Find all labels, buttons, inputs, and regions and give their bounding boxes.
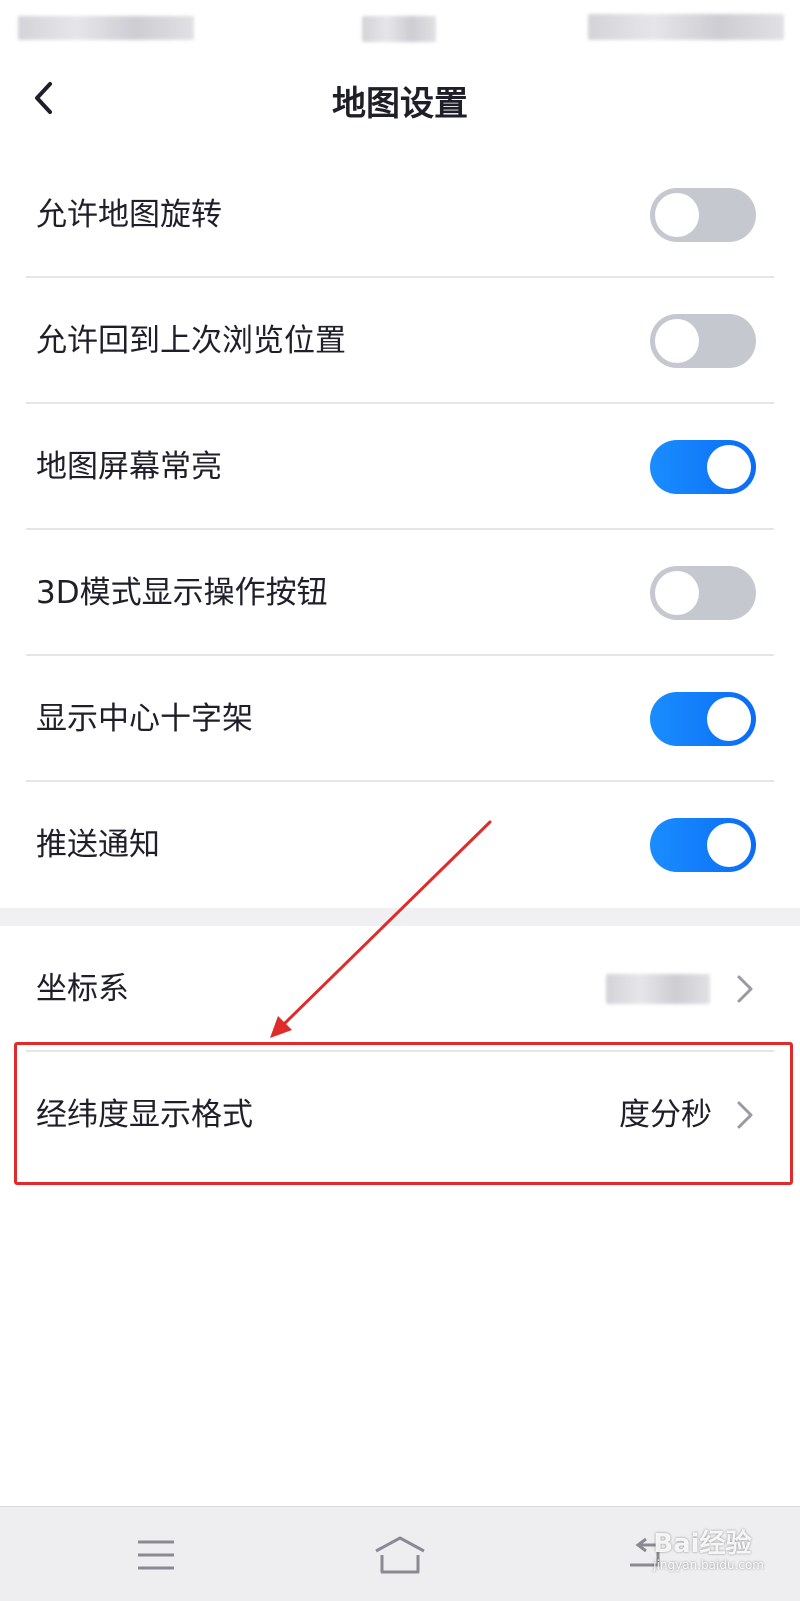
status-time-blurred — [362, 16, 436, 42]
watermark-text: Bai经验 — [653, 1529, 752, 1559]
back-button[interactable] — [20, 74, 68, 122]
status-indicators-blurred — [588, 14, 784, 40]
setting-row-screen-always-on: 地图屏幕常亮 — [0, 404, 800, 530]
setting-row-3d-buttons: 3D模式显示操作按钮 — [0, 530, 800, 656]
nav-row-value: 度分秒 — [619, 1097, 712, 1133]
nav-row-coordinate-format[interactable]: 经纬度显示格式 度分秒 — [0, 1052, 800, 1178]
toggle-knob — [707, 823, 751, 867]
toggle-allow-map-rotation[interactable] — [650, 188, 756, 242]
chevron-left-icon — [35, 82, 52, 114]
settings-list: 允许地图旋转 允许回到上次浏览位置 地图屏幕常亮 3D模式显示操作按钮 显示中心… — [0, 152, 800, 908]
setting-label: 推送通知 — [36, 827, 160, 863]
home-icon — [375, 1536, 425, 1574]
toggle-knob — [655, 319, 699, 363]
nav-bar: 地图设置 — [0, 56, 800, 152]
nav-row-coordinate-system[interactable]: 坐标系 — [0, 926, 800, 1052]
setting-row-push-notifications: 推送通知 — [0, 782, 800, 908]
setting-row-allow-map-rotation: 允许地图旋转 — [0, 152, 800, 278]
setting-label: 显示中心十字架 — [36, 701, 253, 737]
nav-row-label: 经纬度显示格式 — [36, 1097, 253, 1133]
watermark-logo: Bai经验 jingyan.baidu.com — [653, 1531, 764, 1571]
toggle-screen-always-on[interactable] — [650, 440, 756, 494]
toggle-center-crosshair[interactable] — [650, 692, 756, 746]
chevron-right-icon — [737, 1101, 753, 1129]
coordinate-system-value-blurred — [606, 974, 710, 1004]
setting-row-center-crosshair: 显示中心十字架 — [0, 656, 800, 782]
status-carrier-blurred — [18, 16, 194, 40]
setting-label: 地图屏幕常亮 — [36, 449, 222, 485]
page-title: 地图设置 — [332, 84, 468, 124]
system-nav-bar: Bai经验 jingyan.baidu.com — [0, 1506, 800, 1601]
menu-button[interactable] — [128, 1527, 184, 1583]
watermark-sub: jingyan.baidu.com — [653, 1558, 764, 1572]
setting-row-return-last-position: 允许回到上次浏览位置 — [0, 278, 800, 404]
menu-icon — [138, 1540, 174, 1570]
toggle-return-last-position[interactable] — [650, 314, 756, 368]
toggle-push-notifications[interactable] — [650, 818, 756, 872]
home-button[interactable] — [372, 1527, 428, 1583]
toggle-knob — [707, 697, 751, 741]
section-divider — [0, 908, 800, 926]
nav-row-label: 坐标系 — [36, 971, 129, 1007]
toggle-knob — [655, 193, 699, 237]
toggle-3d-buttons[interactable] — [650, 566, 756, 620]
setting-label: 允许回到上次浏览位置 — [36, 323, 346, 359]
setting-label: 3D模式显示操作按钮 — [36, 575, 328, 611]
toggle-knob — [655, 571, 699, 615]
setting-label: 允许地图旋转 — [36, 197, 222, 233]
toggle-knob — [707, 445, 751, 489]
status-bar — [0, 0, 800, 56]
chevron-right-icon — [737, 975, 753, 1003]
